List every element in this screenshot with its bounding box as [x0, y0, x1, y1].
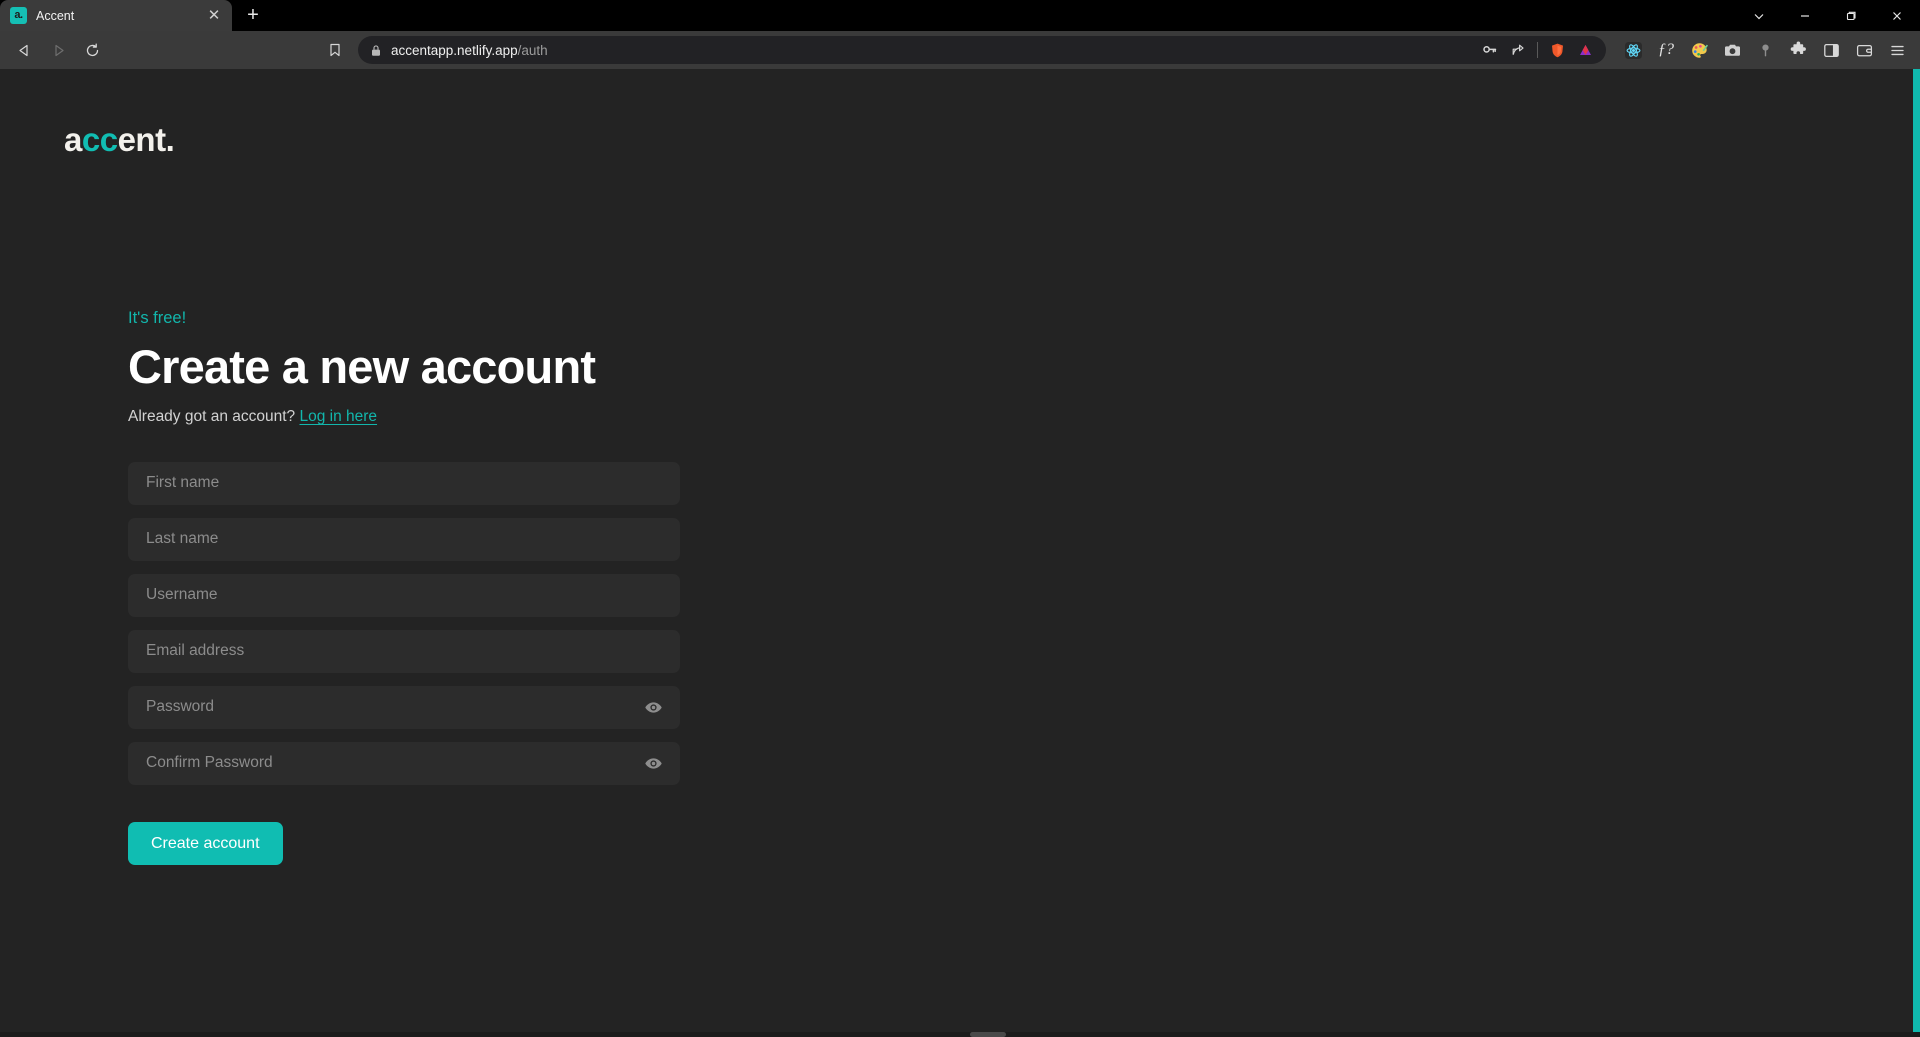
last-name-input[interactable] [128, 517, 680, 561]
field-confirm-password [128, 741, 680, 785]
field-first-name [128, 461, 680, 505]
browser-tab-accent[interactable]: a. Accent ✕ [0, 0, 232, 31]
url-host: accentapp.netlify.app [391, 42, 518, 58]
accent-favicon: a. [10, 7, 27, 24]
page-title: Create a new account [128, 339, 596, 393]
browser-toolbar: accentapp.netlify.app/auth ƒ? [0, 31, 1920, 69]
share-icon[interactable] [1505, 35, 1531, 65]
sidebar-toggle-icon[interactable] [1816, 35, 1846, 65]
brave-shields-icon[interactable] [1544, 35, 1570, 65]
tab-strip: a. Accent ✕ + [0, 0, 1920, 31]
brave-rewards-icon[interactable] [1572, 35, 1598, 65]
log-in-here-link[interactable]: Log in here [299, 408, 377, 425]
horizontal-scrollbar-thumb[interactable] [970, 1032, 1006, 1037]
email-input[interactable] [128, 629, 680, 673]
window-controls [1736, 0, 1920, 31]
field-email [128, 629, 680, 673]
close-window-button[interactable] [1874, 0, 1920, 31]
username-input[interactable] [128, 573, 680, 617]
tab-title: Accent [36, 8, 75, 23]
bookmark-icon[interactable] [320, 35, 350, 65]
font-inspector-icon[interactable]: ƒ? [1651, 35, 1681, 65]
login-prompt-text: Already got an account? [128, 408, 296, 426]
address-bar-actions [1477, 35, 1598, 65]
back-button[interactable] [8, 35, 40, 65]
pin-icon[interactable] [1750, 35, 1780, 65]
site-logo[interactable]: accent. [64, 121, 175, 158]
form-eyebrow: It's free! [128, 309, 187, 327]
site-lock-icon [370, 44, 382, 57]
color-picker-icon[interactable] [1684, 35, 1714, 65]
reload-button[interactable] [76, 35, 108, 65]
wallet-icon[interactable] [1849, 35, 1879, 65]
field-username [128, 573, 680, 617]
field-last-name [128, 517, 680, 561]
minimize-button[interactable] [1782, 0, 1828, 31]
screenshot-camera-icon[interactable] [1717, 35, 1747, 65]
login-prompt: Already got an account? Log in here [128, 407, 680, 427]
confirm-password-input[interactable] [128, 741, 680, 785]
close-tab-icon[interactable]: ✕ [204, 6, 224, 26]
url-text: accentapp.netlify.app/auth [391, 43, 1468, 58]
first-name-input[interactable] [128, 461, 680, 505]
font-inspector-label: ƒ? [1658, 41, 1674, 58]
browser-window: a. Accent ✕ + accentapp.netlify.app/auth… [0, 0, 1920, 1037]
tab-search-button[interactable] [1736, 0, 1782, 31]
logo-part-ent: ent. [117, 121, 175, 158]
forward-button[interactable] [42, 35, 74, 65]
logo-part-cc: cc [81, 121, 118, 158]
toolbar-extensions: ƒ? [1614, 35, 1912, 65]
logo-part-a: a [64, 121, 82, 158]
address-bar[interactable]: accentapp.netlify.app/auth [358, 36, 1606, 64]
password-key-icon[interactable] [1477, 35, 1503, 65]
extensions-puzzle-icon[interactable] [1783, 35, 1813, 65]
create-account-button[interactable]: Create account [128, 821, 283, 865]
toggle-confirm-password-visibility-eye-icon[interactable] [642, 752, 664, 774]
maximize-button[interactable] [1828, 0, 1874, 31]
react-devtools-icon[interactable] [1618, 35, 1648, 65]
page-content: accent. It's free! Create a new account … [0, 69, 1920, 1037]
browser-menu-icon[interactable] [1882, 35, 1912, 65]
toolbar-divider [1537, 42, 1538, 58]
toggle-password-visibility-eye-icon[interactable] [642, 696, 664, 718]
field-password [128, 685, 680, 729]
url-path: /auth [517, 42, 548, 58]
new-tab-button[interactable]: + [238, 0, 268, 30]
horizontal-scrollbar[interactable] [0, 1032, 1920, 1037]
accent-edge-bar [1913, 69, 1920, 1037]
password-input[interactable] [128, 685, 680, 729]
signup-form: It's free! Create a new account Already … [128, 309, 680, 865]
